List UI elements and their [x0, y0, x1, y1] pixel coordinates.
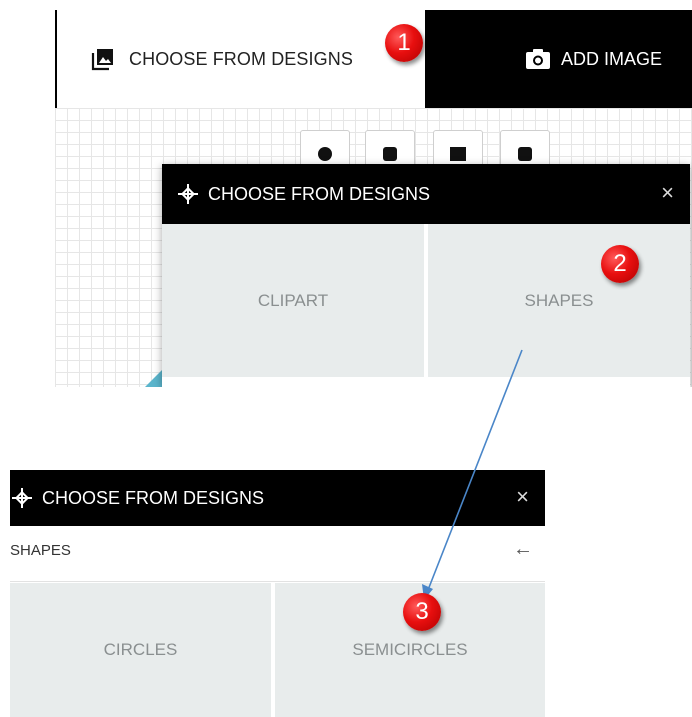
flow-arrow: [422, 349, 523, 600]
callout-2: 2: [601, 245, 639, 283]
callout-1: 1: [385, 24, 423, 62]
callout-3: 3: [403, 593, 441, 631]
